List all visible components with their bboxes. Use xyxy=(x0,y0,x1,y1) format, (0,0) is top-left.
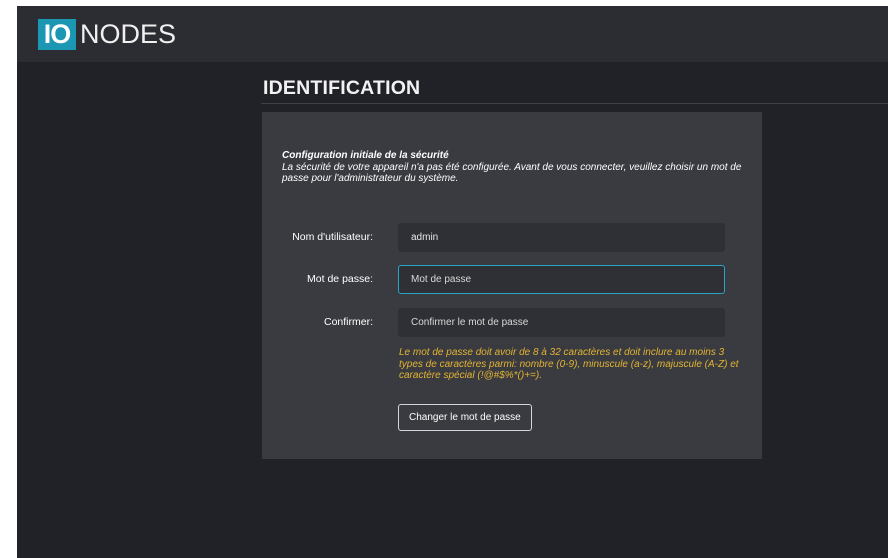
intro-text: Configuration initiale de la sécurité La… xyxy=(282,150,742,185)
intro-body: La sécurité de votre appareil n'a pas ét… xyxy=(282,161,742,185)
password-label: Mot de passe: xyxy=(307,273,373,285)
password-field[interactable] xyxy=(398,265,725,294)
top-bar: IO NODES xyxy=(17,6,888,62)
logo-text: NODES xyxy=(80,19,177,49)
title-divider xyxy=(261,103,888,104)
username-label: Nom d'utilisateur: xyxy=(292,231,373,243)
app-window: IO NODES IDENTIFICATION Configuration in… xyxy=(17,6,888,558)
intro-heading: Configuration initiale de la sécurité xyxy=(282,150,449,161)
page-title: IDENTIFICATION xyxy=(263,77,421,99)
change-password-button[interactable]: Changer le mot de passe xyxy=(398,404,532,431)
brand-logo: IO NODES xyxy=(38,19,176,50)
username-field[interactable] xyxy=(398,223,725,252)
logo-mark: IO xyxy=(38,19,76,50)
security-setup-card: Configuration initiale de la sécurité La… xyxy=(262,112,762,459)
confirm-label: Confirmer: xyxy=(323,316,373,328)
password-requirements-hint: Le mot de passe doit avoir de 8 à 32 car… xyxy=(399,347,739,381)
confirm-password-field[interactable] xyxy=(398,308,725,337)
